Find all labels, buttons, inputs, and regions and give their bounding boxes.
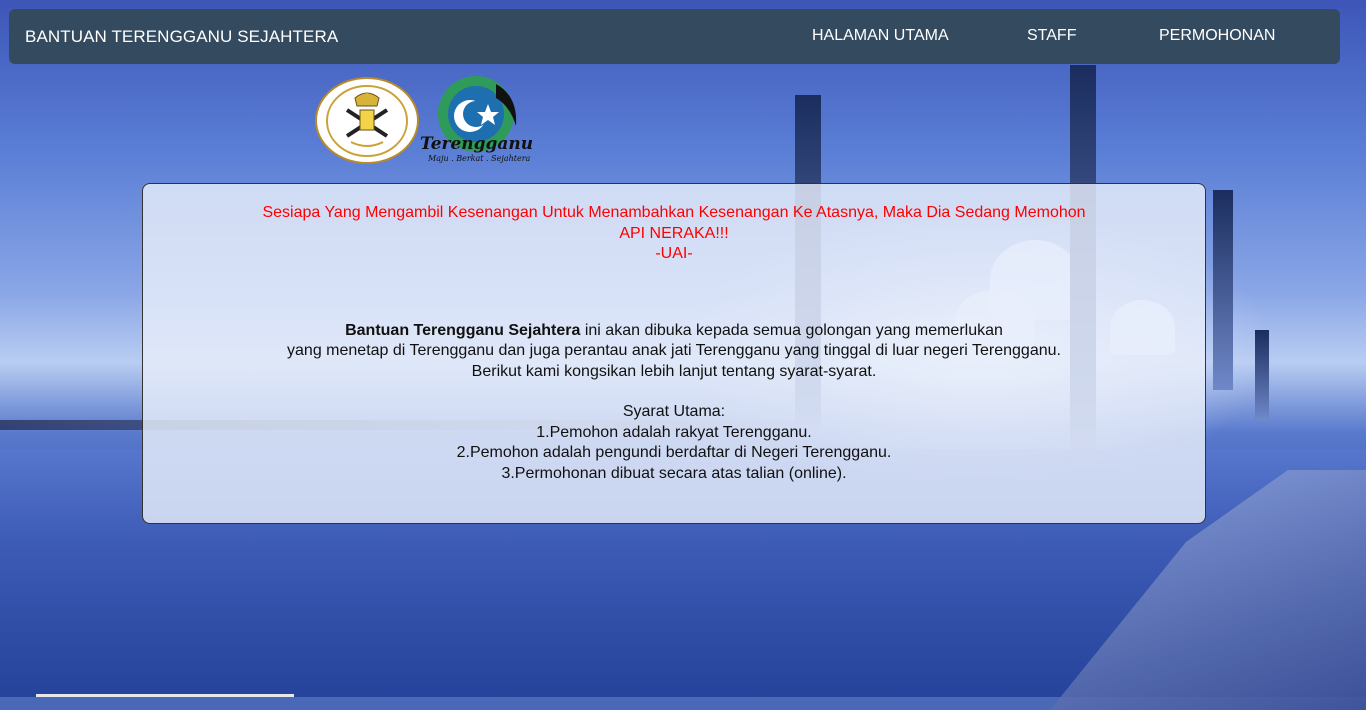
terengganu-logo-text: Terengganu: [420, 134, 534, 154]
nav-link-staff[interactable]: STAFF: [1027, 27, 1076, 45]
requirement-item: 1.Pemohon adalah rakyat Terengganu.: [536, 423, 812, 441]
intro-text: Bantuan Terengganu Sejahtera ini akan di…: [143, 321, 1205, 383]
program-name: Bantuan Terengganu Sejahtera: [345, 321, 581, 339]
intro-line: Bantuan Terengganu Sejahtera ini akan di…: [143, 321, 1205, 342]
terengganu-state-crest-logo: [315, 77, 419, 164]
quote-line: API NERAKA!!!: [619, 224, 729, 242]
requirement-item: 2.Pemohon adalah pengundi berdaftar di N…: [456, 444, 892, 461]
requirements-list: Syarat Utama: 1.Pemohon adalah rakyat Te…: [143, 402, 1205, 484]
quote-line: Sesiapa Yang Mengambil Kesenangan Untuk …: [262, 204, 1086, 221]
intro-line: yang menetap di Terengganu dan juga pera…: [287, 342, 1061, 359]
background-minaret: [1255, 330, 1269, 420]
requirement-item: 3.Permohonan dibuat secara atas talian (…: [501, 464, 847, 482]
requirements-title: Syarat Utama:: [622, 403, 726, 420]
nav-link-halaman-utama[interactable]: HALAMAN UTAMA: [812, 27, 949, 45]
quote-author: -UAI-: [655, 245, 693, 262]
nav-link-permohonan[interactable]: PERMOHONAN: [1159, 27, 1275, 45]
brand-link[interactable]: BANTUAN TERENGGANU SEJAHTERA: [25, 27, 338, 47]
intro-line: Berikut kami kongsikan lebih lanjut tent…: [471, 362, 877, 380]
info-panel: Sesiapa Yang Mengambil Kesenangan Untuk …: [142, 183, 1206, 524]
terengganu-logo: Terengganu Maju . Berkat . Sejahtera: [418, 76, 548, 166]
warning-quote: Sesiapa Yang Mengambil Kesenangan Untuk …: [143, 203, 1205, 265]
terengganu-logo-motto: Maju . Berkat . Sejahtera: [428, 154, 531, 163]
intro-line-rest: ini akan dibuka kepada semua golongan ya…: [580, 321, 1003, 339]
top-navbar: BANTUAN TERENGGANU SEJAHTERA HALAMAN UTA…: [9, 9, 1340, 64]
background-minaret: [1213, 190, 1233, 390]
